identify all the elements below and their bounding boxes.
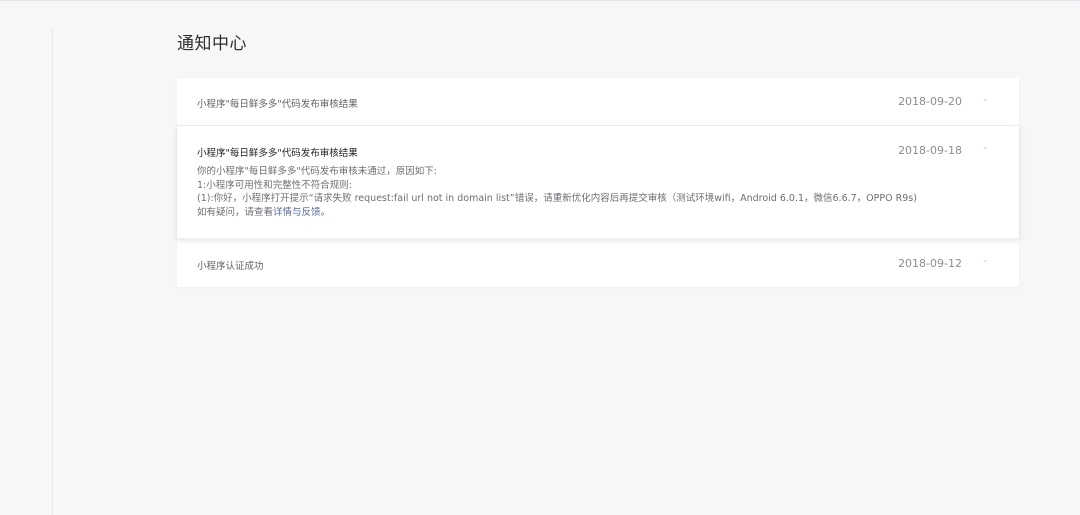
sidebar-divider bbox=[52, 28, 53, 515]
feedback-link[interactable]: 详情与反馈。 bbox=[273, 207, 330, 218]
notification-item[interactable]: 小程序"每日鲜多多"代码发布审核结果 2018-09-20 ⌄ bbox=[177, 78, 1019, 126]
notification-date: 2018-09-20 bbox=[898, 95, 962, 108]
notification-list: 小程序"每日鲜多多"代码发布审核结果 2018-09-20 ⌄ 小程序"每日鲜多… bbox=[177, 78, 1019, 287]
body-line: 1:小程序可用性和完整性不符合规则: bbox=[197, 179, 352, 191]
body-line: 你的小程序"每日鲜多多"代码发布审核未通过，原因如下: bbox=[197, 166, 437, 177]
notification-date: 2018-09-12 bbox=[898, 257, 962, 270]
notification-item[interactable]: 小程序认证成功 2018-09-12 ⌄ bbox=[177, 239, 1019, 287]
chevron-down-icon[interactable]: ⌄ bbox=[981, 255, 989, 265]
top-border bbox=[0, 0, 1080, 1]
chevron-up-icon[interactable]: ⌄ bbox=[981, 142, 989, 152]
page-title: 通知中心 bbox=[177, 34, 247, 54]
notification-title: 小程序"每日鲜多多"代码发布审核结果 bbox=[197, 99, 358, 110]
notification-title: 小程序认证成功 bbox=[197, 261, 264, 272]
body-text: 如有疑问，请查看 bbox=[197, 206, 274, 218]
notification-item-expanded[interactable]: 小程序"每日鲜多多"代码发布审核结果 2018-09-18 ⌄ 你的小程序"每日… bbox=[177, 126, 1019, 239]
body-line: (1):你好，小程序打开提示“请求失败 request:fail url not… bbox=[197, 193, 917, 204]
chevron-down-icon[interactable]: ⌄ bbox=[981, 94, 989, 104]
notification-body: 你的小程序"每日鲜多多"代码发布审核未通过，原因如下: 1:小程序可用性和完整性… bbox=[197, 165, 997, 219]
notification-title: 小程序"每日鲜多多"代码发布审核结果 bbox=[197, 148, 358, 159]
body-line: 如有疑问，请查看详情与反馈。 bbox=[197, 206, 997, 220]
notification-date: 2018-09-18 bbox=[898, 144, 962, 157]
